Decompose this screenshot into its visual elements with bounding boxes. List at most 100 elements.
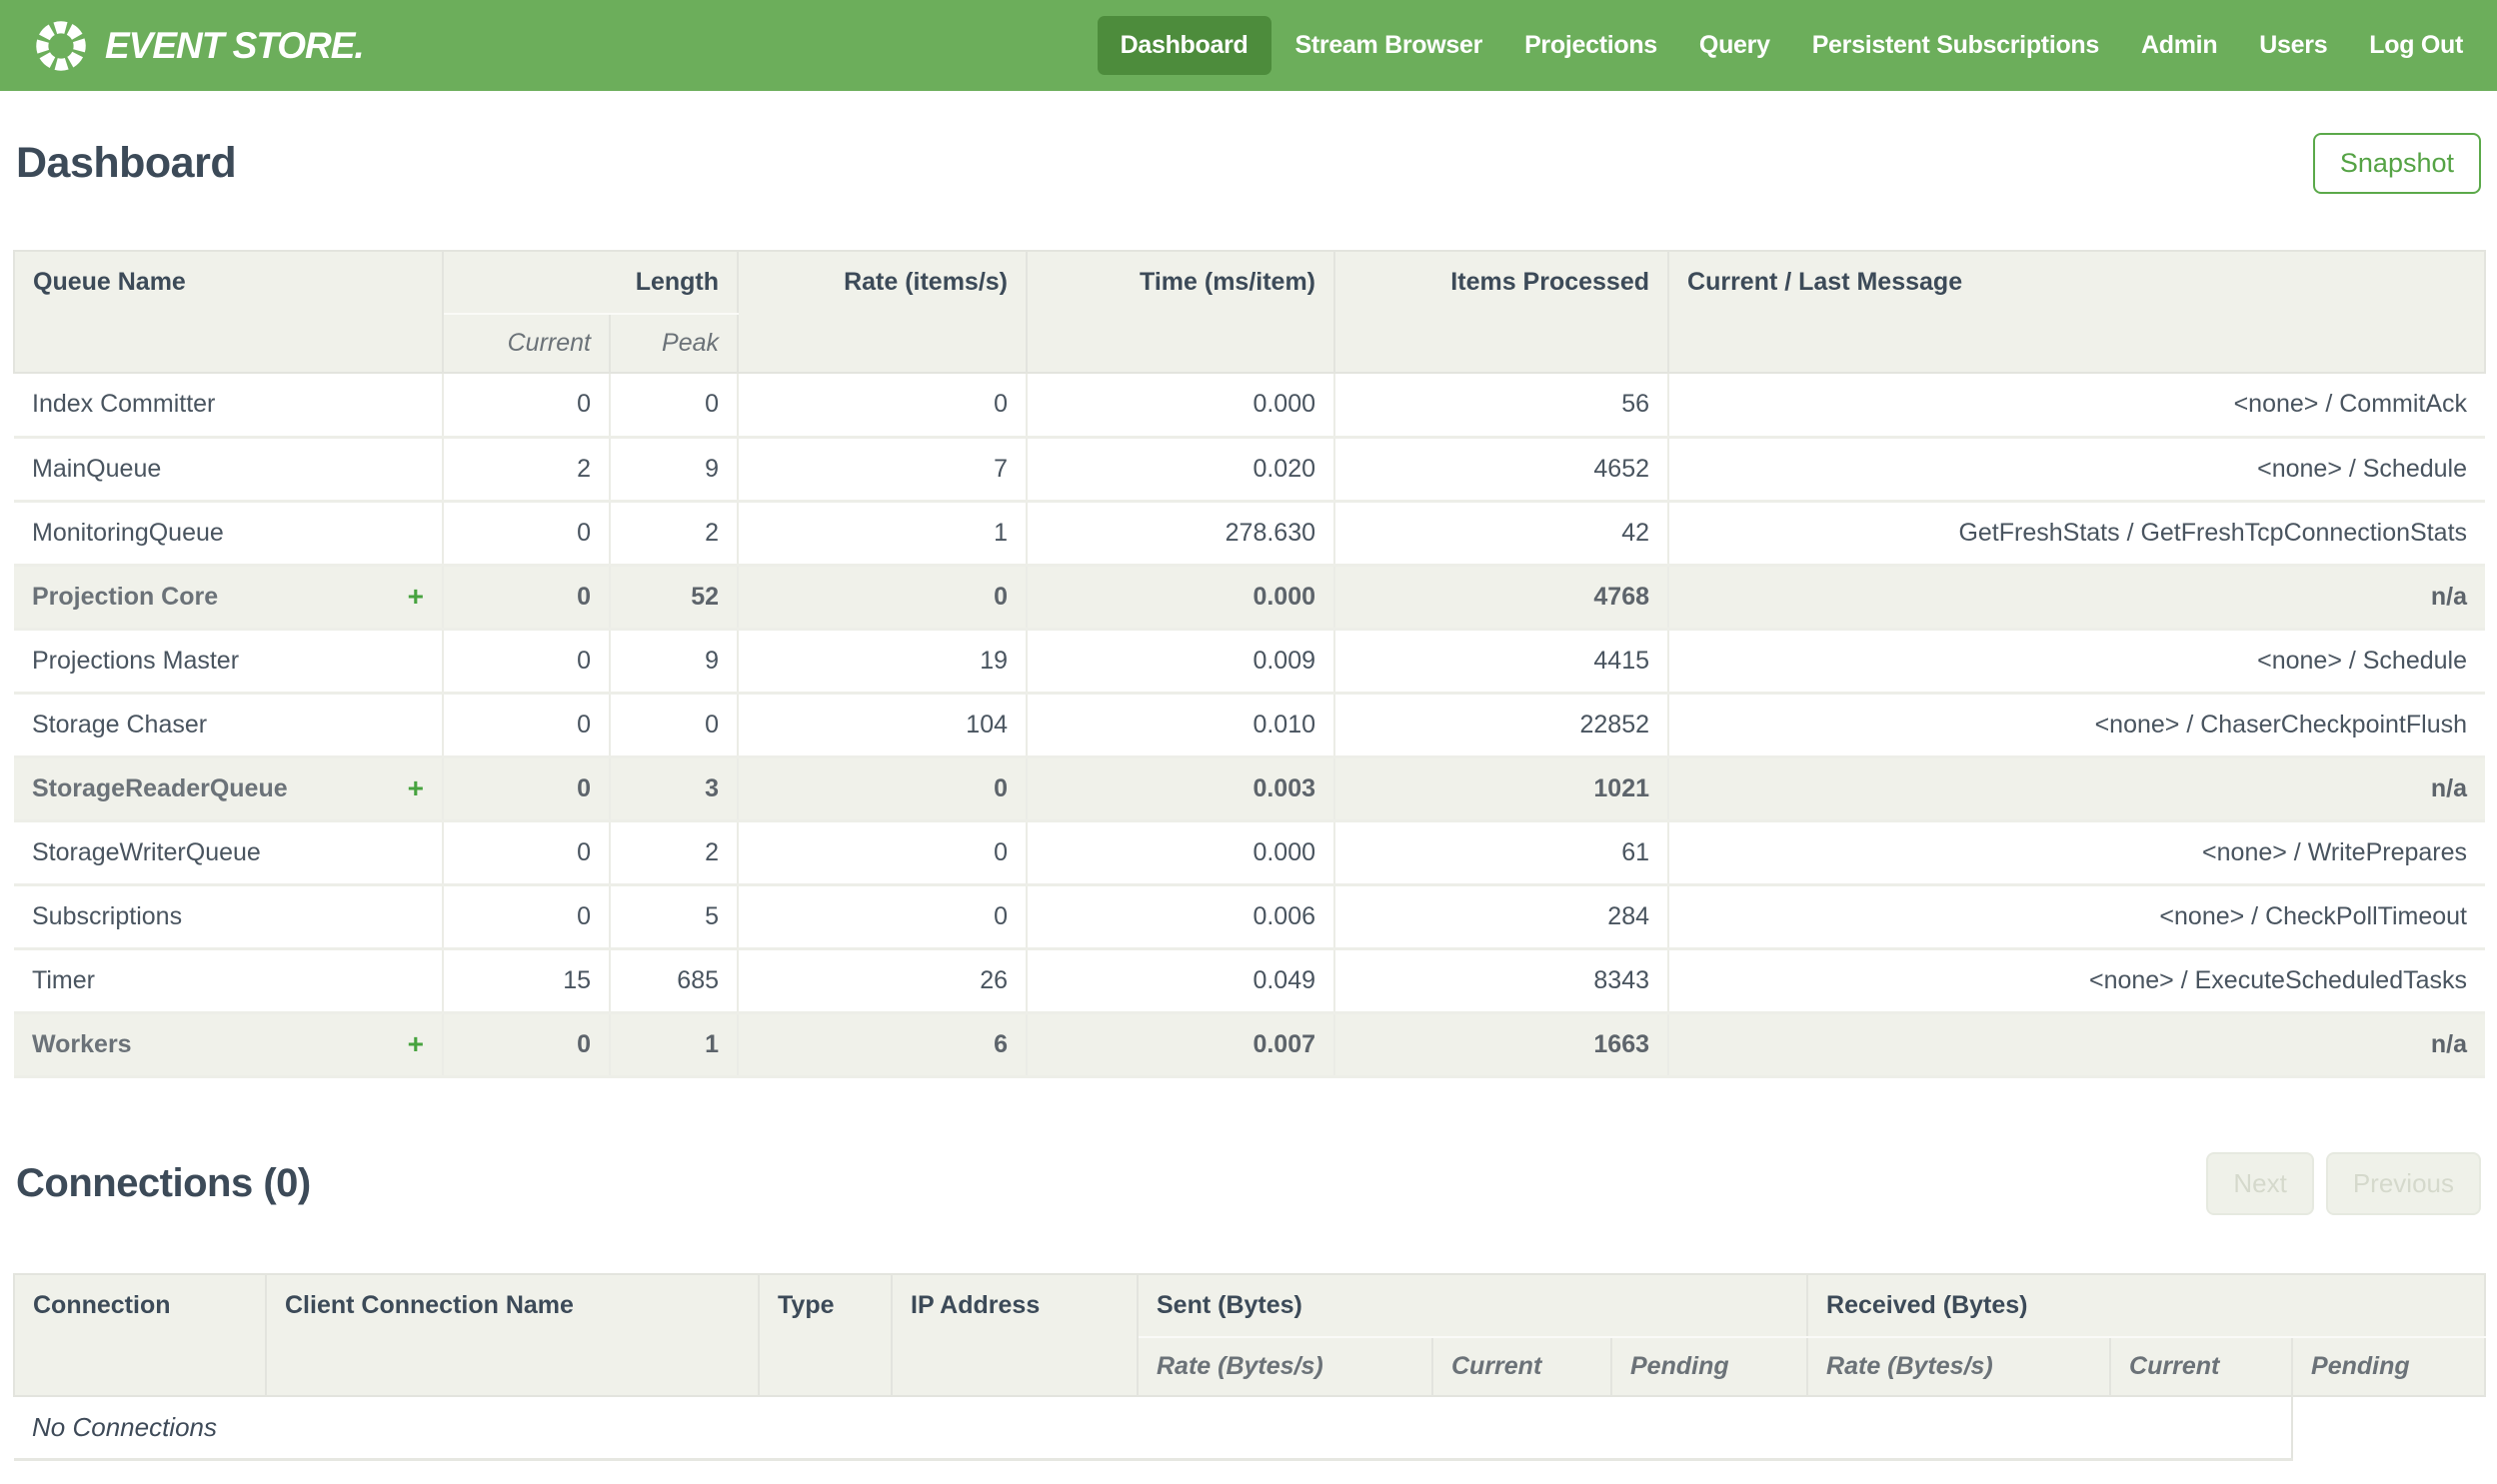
rate-cell: 6 — [737, 1012, 1029, 1078]
nav-item-users[interactable]: Users — [2241, 16, 2345, 75]
message-cell: <none> / Schedule — [1667, 437, 2486, 503]
time-cell: 0.009 — [1026, 629, 1336, 695]
col-header-current: Current — [442, 313, 611, 374]
nav-item-persistent-subscriptions[interactable]: Persistent Subscriptions — [1794, 16, 2117, 75]
peak-cell: 2 — [608, 820, 740, 886]
queues-table-head: Queue Name Length Rate (items/s) Time (m… — [13, 250, 2487, 374]
page-header: Dashboard Snapshot — [16, 133, 2481, 194]
queue-name-cell: Timer — [14, 948, 444, 1014]
queue-name: MainQueue — [32, 454, 162, 483]
items-processed-cell: 42 — [1333, 501, 1670, 567]
rate-cell: 1 — [737, 501, 1029, 567]
current-cell: 0 — [442, 629, 611, 695]
time-cell: 0.003 — [1026, 756, 1336, 822]
no-connections-text: No Connections — [14, 1395, 2294, 1461]
queue-name-cell: MainQueue — [14, 437, 444, 503]
current-cell: 0 — [442, 884, 611, 950]
connections-table-head: Connection Client Connection Name Type I… — [13, 1272, 2487, 1397]
peak-cell: 9 — [608, 437, 740, 503]
event-store-logo-icon — [36, 20, 86, 71]
time-cell: 0.020 — [1026, 437, 1336, 503]
peak-cell: 9 — [608, 629, 740, 695]
queue-name: Projection Core — [32, 582, 219, 611]
connections-table-body: No Connections — [14, 1395, 2485, 1461]
col-header-items-processed: Items Processed — [1333, 250, 1670, 374]
queue-name-cell: Projection Core + — [14, 565, 444, 631]
rate-cell: 0 — [737, 373, 1029, 439]
col-header-sent-rate: Rate (Bytes/s) — [1137, 1335, 1433, 1397]
nav-item-stream-browser[interactable]: Stream Browser — [1277, 16, 1501, 75]
nav-item-admin[interactable]: Admin — [2123, 16, 2235, 75]
current-cell: 0 — [442, 501, 611, 567]
time-cell: 0.010 — [1026, 693, 1336, 758]
previous-button[interactable]: Previous — [2325, 1151, 2481, 1215]
current-cell: 2 — [442, 437, 611, 503]
top-bar: EVENT STORE. Dashboard Stream Browser Proj… — [0, 0, 2497, 91]
queues-table: Queue Name Length Rate (items/s) Time (m… — [13, 250, 2487, 1078]
current-cell: 0 — [442, 1012, 611, 1078]
message-cell: <none> / CheckPollTimeout — [1667, 884, 2486, 950]
current-cell: 0 — [442, 820, 611, 886]
items-processed-cell: 61 — [1333, 820, 1670, 886]
queue-row: Projection Core +0 52 0 0.000 4768 n/a — [14, 565, 2486, 631]
brand-logo: EVENT STORE. — [33, 18, 365, 74]
col-header-length: Length — [441, 250, 740, 315]
queue-row: Projections Master 0 9 19 0.009 4415 <none> / … — [14, 629, 2486, 695]
rate-cell: 19 — [737, 629, 1029, 695]
time-cell: 278.630 — [1026, 501, 1336, 567]
message-cell: GetFreshStats / GetFreshTcpConnectionSta… — [1667, 501, 2486, 567]
connections-pager: Next Previous — [2206, 1151, 2481, 1215]
queue-name-cell: Workers + — [14, 1012, 444, 1078]
time-cell: 0.006 — [1026, 884, 1336, 950]
queue-name: Timer — [32, 965, 95, 994]
queue-name-cell: Projections Master — [14, 629, 444, 695]
rate-cell: 0 — [737, 756, 1029, 822]
items-processed-cell: 1021 — [1333, 756, 1670, 822]
nav-item-dashboard[interactable]: Dashboard — [1097, 16, 1271, 75]
peak-cell: 0 — [608, 373, 740, 439]
nav-item-projections[interactable]: Projections — [1506, 16, 1675, 75]
queue-row: MainQueue 2 9 7 0.020 4652 <none> / Schedule — [14, 437, 2486, 503]
expand-plus-icon[interactable]: + — [396, 1028, 424, 1060]
expand-plus-icon[interactable]: + — [396, 772, 424, 804]
queue-name-cell: Index Committer — [14, 373, 444, 439]
current-cell: 0 — [442, 756, 611, 822]
rate-cell: 104 — [737, 693, 1029, 758]
items-processed-cell: 22852 — [1333, 693, 1670, 758]
nav-item-log-out[interactable]: Log Out — [2351, 16, 2481, 75]
col-header-received-rate: Rate (Bytes/s) — [1806, 1335, 2112, 1397]
peak-cell: 2 — [608, 501, 740, 567]
col-header-received-pending: Pending — [2291, 1335, 2487, 1397]
nav-item-query[interactable]: Query — [1681, 16, 1788, 75]
next-button[interactable]: Next — [2206, 1151, 2314, 1215]
queue-name: Workers — [32, 1029, 132, 1058]
col-header-sent-pending: Pending — [1609, 1335, 1809, 1397]
peak-cell: 0 — [608, 693, 740, 758]
queue-name: Index Committer — [32, 390, 216, 419]
queue-name-cell: StorageReaderQueue + — [14, 756, 444, 822]
col-header-ip-address: IP Address — [891, 1272, 1139, 1397]
current-cell: 15 — [442, 948, 611, 1014]
items-processed-cell: 4768 — [1333, 565, 1670, 631]
expand-plus-icon[interactable]: + — [396, 581, 424, 613]
page-content: Dashboard Snapshot Queue Name Length Rat… — [0, 133, 2497, 1461]
brand-name: EVENT STORE. — [105, 24, 365, 66]
connections-table: Connection Client Connection Name Type I… — [13, 1272, 2487, 1461]
snapshot-button[interactable]: Snapshot — [2312, 133, 2481, 194]
queue-name: Storage Chaser — [32, 710, 208, 739]
col-header-sent: Sent (Bytes) — [1136, 1272, 1809, 1338]
peak-cell: 52 — [608, 565, 740, 631]
queue-name-cell: Subscriptions — [14, 884, 444, 950]
items-processed-cell: 4415 — [1333, 629, 1670, 695]
message-cell: n/a — [1667, 565, 2486, 631]
current-cell: 0 — [442, 373, 611, 439]
col-header-peak: Peak — [608, 313, 740, 374]
items-processed-cell: 4652 — [1333, 437, 1670, 503]
queue-name: Subscriptions — [32, 901, 183, 930]
col-header-client-name: Client Connection Name — [265, 1272, 760, 1397]
no-connections-row: No Connections — [14, 1395, 2485, 1461]
col-header-message: Current / Last Message — [1667, 250, 2487, 374]
message-cell: n/a — [1667, 1012, 2486, 1078]
message-cell: <none> / Schedule — [1667, 629, 2486, 695]
col-header-queue-name: Queue Name — [13, 250, 444, 374]
